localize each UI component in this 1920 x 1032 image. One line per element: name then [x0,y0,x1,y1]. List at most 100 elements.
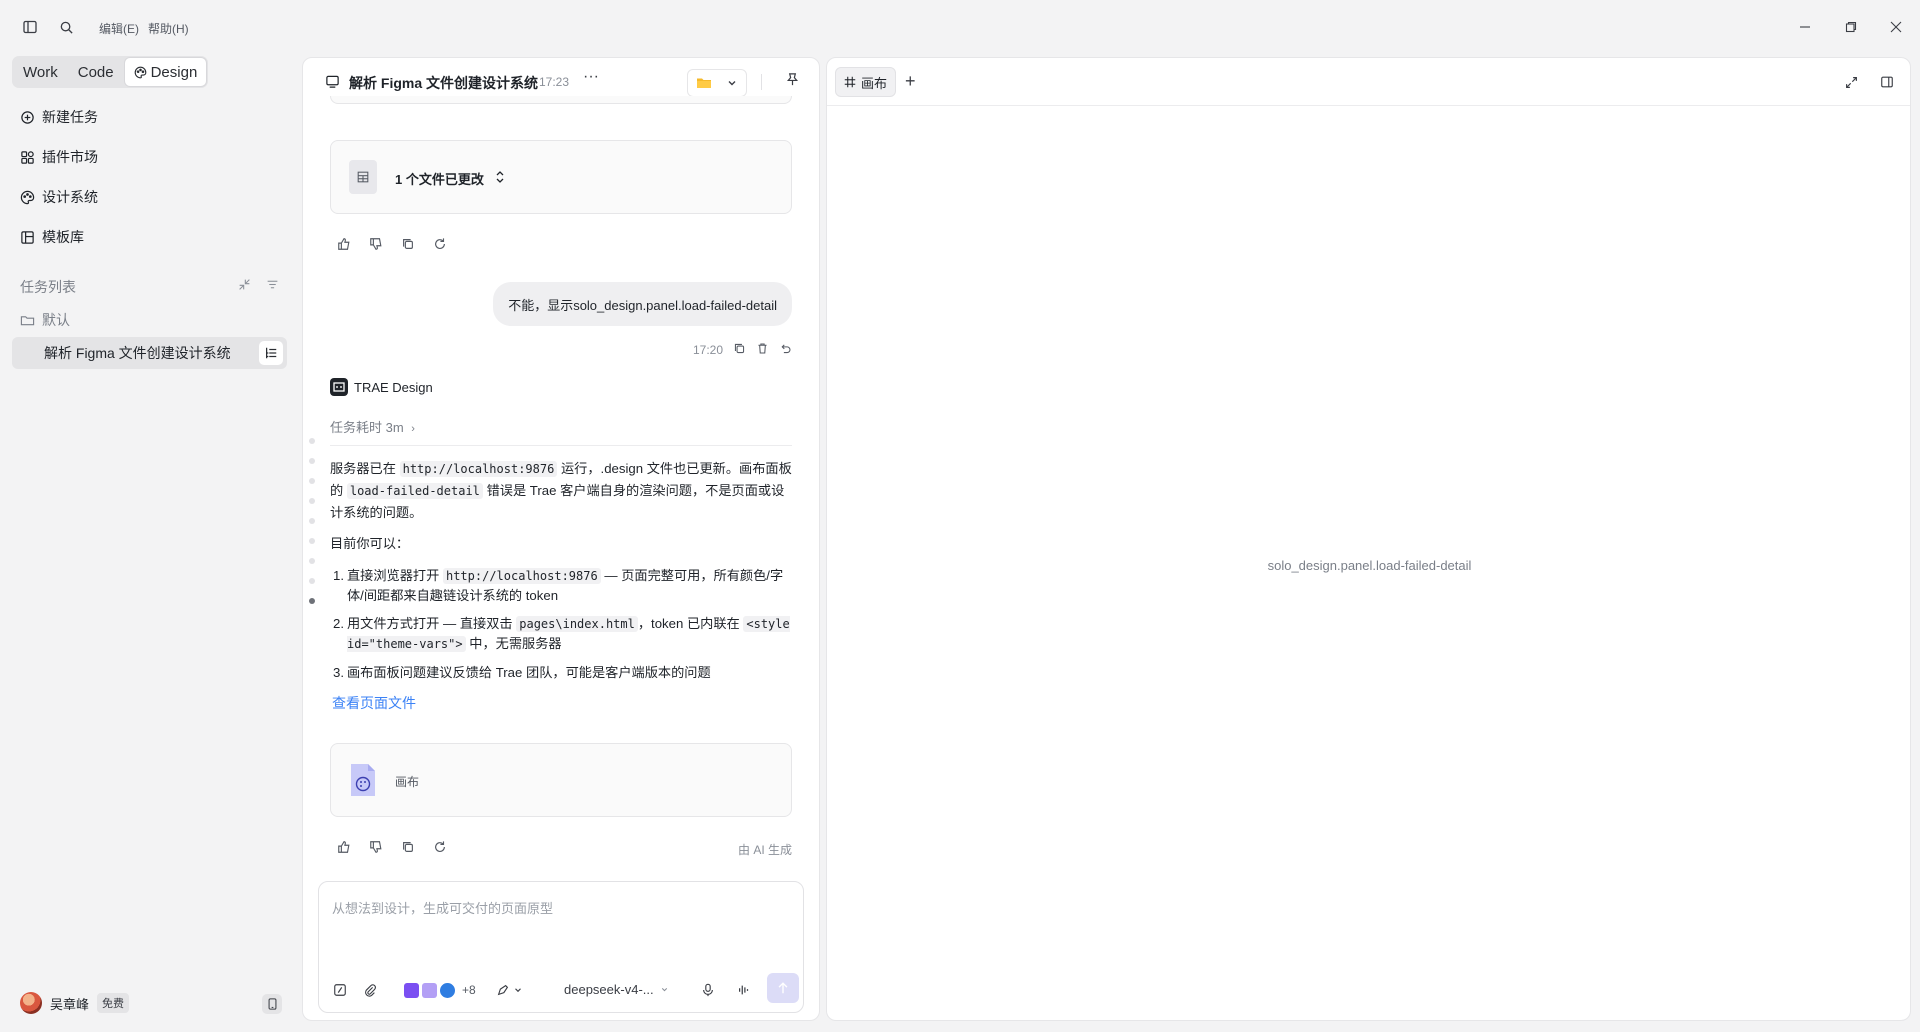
mode-design-label: Design [150,63,198,81]
send-button[interactable] [767,973,799,1003]
tab-canvas[interactable]: 画布 [835,67,897,97]
plugin-chips[interactable]: +8 [404,979,476,1001]
tab-canvas-label: 画布 [861,75,888,91]
task-list-title: 任务列表 [20,279,76,295]
fullscreen-icon[interactable] [1841,72,1861,92]
nav-plugin-market-label: 插件市场 [42,149,98,165]
nav-plugin-market[interactable]: 插件市场 [20,146,98,168]
menu-help[interactable]: 帮助(H) [148,20,189,37]
task-outline-icon[interactable] [259,341,283,365]
task-item-label: 解析 Figma 文件创建设计系统 [44,345,231,361]
files-changed-card[interactable]: 1 个文件已更改 [330,140,792,214]
divider [330,445,792,446]
sidebar: Work Code Design 新建任务 插件市场 设计系统 模板库 任务列表… [0,54,298,1032]
slash-command-icon[interactable] [331,981,349,999]
user-profile[interactable]: 吴章峰 免费 [20,992,130,1014]
canvas-card-label: 画布 [395,775,420,789]
menu-edit[interactable]: 编辑(E) [99,20,139,37]
chat-time: 17:23 [539,75,570,89]
view-page-file-link[interactable]: 查看页面文件 [332,693,416,713]
ai-generated-label: 由 AI 生成 [737,843,792,857]
thumbs-down-icon[interactable] [367,235,385,253]
nav-new-task[interactable]: 新建任务 [20,106,98,128]
file-icon [349,160,377,194]
attachment-icon[interactable] [361,981,379,999]
minimize-icon[interactable] [1794,16,1816,38]
list-item: 3. 画布面板问题建议反馈给 Trae 团队，可能是客户端版本的问题 [333,663,795,683]
folder-icon [20,315,35,325]
chat-panel: 解析 Figma 文件创建设计系统 17:23 ··· 1 个文件已更改 不能，… [302,57,820,1021]
undo-icon[interactable] [779,342,792,358]
chevron-down-icon [661,988,667,992]
plugin-market-icon [21,150,34,164]
user-message-meta: 17:20 [693,342,792,358]
panel-toggle-icon[interactable] [1877,72,1897,92]
voice-wave-icon[interactable] [735,981,753,999]
device-icon[interactable] [262,994,282,1014]
canvas-card[interactable]: 画布 [330,743,792,817]
chevron-down-icon[interactable] [509,981,527,999]
user-message-time: 17:20 [692,343,723,357]
collapse-icon[interactable] [235,275,253,293]
mode-work[interactable]: Work [14,58,67,86]
palette-icon [134,66,146,78]
text-span: 直接浏览器打开 [347,568,443,583]
folder-dropdown[interactable] [687,69,747,97]
inline-code: http://localhost:9876 [442,568,601,584]
nav-new-task-label: 新建任务 [42,109,98,125]
close-icon[interactable] [1885,16,1907,38]
scroll-progress-dots[interactable] [309,438,315,618]
inline-code: http://localhost:9876 [399,461,558,477]
bot-name: TRAE Design [354,379,433,395]
thumbs-up-icon[interactable] [335,235,353,253]
search-icon[interactable] [56,17,76,37]
text-span: 用文件方式打开 — 直接双击 [347,616,517,631]
image-plugin-icon [422,982,437,998]
chat-title: 解析 Figma 文件创建设计系统 [349,75,539,91]
user-message-bubble: 不能，显示solo_design.panel.load-failed-detai… [493,282,792,326]
sidebar-toggle-icon[interactable] [20,17,40,37]
bot-header: TRAE Design [330,378,433,396]
regenerate-icon[interactable] [431,235,449,253]
canvas-load-failed-message: solo_design.panel.load-failed-detail [1267,558,1472,573]
copy-icon[interactable] [733,342,746,358]
chat-icon [325,74,340,92]
restore-icon[interactable] [1840,16,1862,38]
add-tab-button[interactable]: + [905,71,916,91]
pin-icon[interactable] [785,72,800,90]
prompt-input-box[interactable]: 从想法到设计，生成可交付的页面原型 +8 deepseek-v4-... [318,881,804,1013]
feedback-actions-2 [335,838,449,856]
task-duration-label: 任务耗时 3m [330,420,404,435]
nav-template-library[interactable]: 模板库 [20,226,84,248]
user-name: 吴章峰 [50,996,90,1012]
thumbs-down-icon[interactable] [367,838,385,856]
delete-icon[interactable] [756,342,769,358]
more-options-button[interactable]: ··· [583,68,599,86]
title-bar: 编辑(E) 帮助(H) [0,0,1920,54]
mode-switch: Work Code Design [12,56,209,88]
chevron-down-icon [726,76,738,92]
model-selector[interactable]: deepseek-v4-... [564,982,669,997]
thumbs-up-icon[interactable] [335,838,353,856]
inline-code: pages\index.html [516,616,638,632]
previous-card-edge [330,96,792,104]
list-item: 1. 直接浏览器打开 http://localhost:9876 — 页面完整可… [333,566,795,606]
nav-design-system[interactable]: 设计系统 [20,186,98,208]
arrow-up-icon [778,982,788,994]
response-paragraph-2: 目前你可以： [330,536,410,551]
design-file-icon [349,762,377,798]
expand-toggle-icon[interactable] [495,170,505,187]
mode-design[interactable]: Design [124,58,207,86]
model-name: deepseek-v4-... [564,982,654,997]
copy-icon[interactable] [399,838,417,856]
task-item-active[interactable]: 解析 Figma 文件创建设计系统 [12,337,287,369]
regenerate-icon[interactable] [431,838,449,856]
filter-icon[interactable] [263,275,281,293]
prompt-input-placeholder: 从想法到设计，生成可交付的页面原型 [332,901,554,916]
task-duration[interactable]: 任务耗时 3m › [330,417,415,436]
copy-icon[interactable] [399,235,417,253]
palette-icon [20,190,35,204]
mode-code[interactable]: Code [69,58,123,86]
microphone-icon[interactable] [699,981,717,999]
folder-default[interactable]: 默认 [20,310,70,330]
